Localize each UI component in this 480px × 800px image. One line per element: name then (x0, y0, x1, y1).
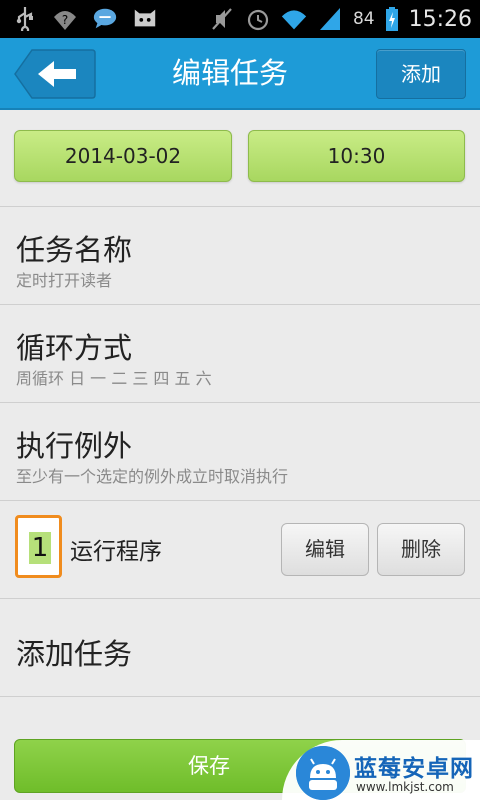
exception-row[interactable]: 执行例外 至少有一个选定的例外成立时取消执行 (0, 403, 480, 500)
date-picker-button[interactable]: 2014-03-02 (14, 130, 232, 182)
usb-icon (12, 5, 38, 31)
repeat-mode-title: 循环方式 (16, 331, 133, 365)
time-picker-button[interactable]: 10:30 (248, 130, 465, 182)
page-title: 编辑任务 (171, 56, 288, 90)
program-label: 运行程序 (70, 539, 162, 565)
program-index: 1 (29, 532, 51, 564)
repeat-mode-value: 周循环 日 一 二 三 四 五 六 (16, 369, 212, 388)
alarm-icon (245, 6, 271, 32)
wifi-icon (281, 6, 307, 32)
signal-icon (317, 6, 343, 32)
divider (0, 500, 480, 501)
exception-title: 执行例外 (16, 429, 133, 463)
task-name-value: 定时打开读者 (16, 271, 113, 290)
mute-icon (209, 6, 235, 32)
add-task-row[interactable]: 添加任务 (0, 599, 480, 696)
battery-icon (385, 6, 399, 32)
task-name-row[interactable]: 任务名称 定时打开读者 (0, 207, 480, 304)
clock-time: 15:26 (408, 6, 472, 32)
cat-face-icon (132, 5, 158, 31)
add-task-title: 添加任务 (16, 637, 133, 671)
divider (0, 696, 480, 697)
status-bar-notifications: ? (12, 5, 158, 31)
android-logo-icon (296, 746, 350, 800)
status-bar-system: 84 15:26 (209, 0, 472, 38)
exception-value: 至少有一个选定的例外成立时取消执行 (16, 467, 289, 486)
back-button[interactable] (14, 49, 96, 99)
add-button[interactable]: 添加 (376, 49, 466, 99)
title-bar: 编辑任务 添加 (0, 38, 480, 110)
status-bar: ? 84 15:26 (0, 0, 480, 38)
battery-percent: 84 (352, 9, 375, 29)
watermark-title: 蓝莓安卓网 (354, 756, 474, 782)
delete-button[interactable]: 删除 (377, 523, 465, 576)
watermark: 蓝莓安卓网 www.lmkjst.com (282, 740, 480, 800)
program-index-badge[interactable]: 1 (15, 515, 62, 578)
watermark-url: www.lmkjst.com (356, 780, 454, 794)
task-name-title: 任务名称 (16, 233, 133, 267)
chat-bubble-icon (92, 5, 118, 31)
repeat-mode-row[interactable]: 循环方式 周循环 日 一 二 三 四 五 六 (0, 305, 480, 402)
svg-text:?: ? (62, 13, 68, 27)
wifi-question-icon: ? (52, 5, 78, 31)
edit-button[interactable]: 编辑 (281, 523, 369, 576)
